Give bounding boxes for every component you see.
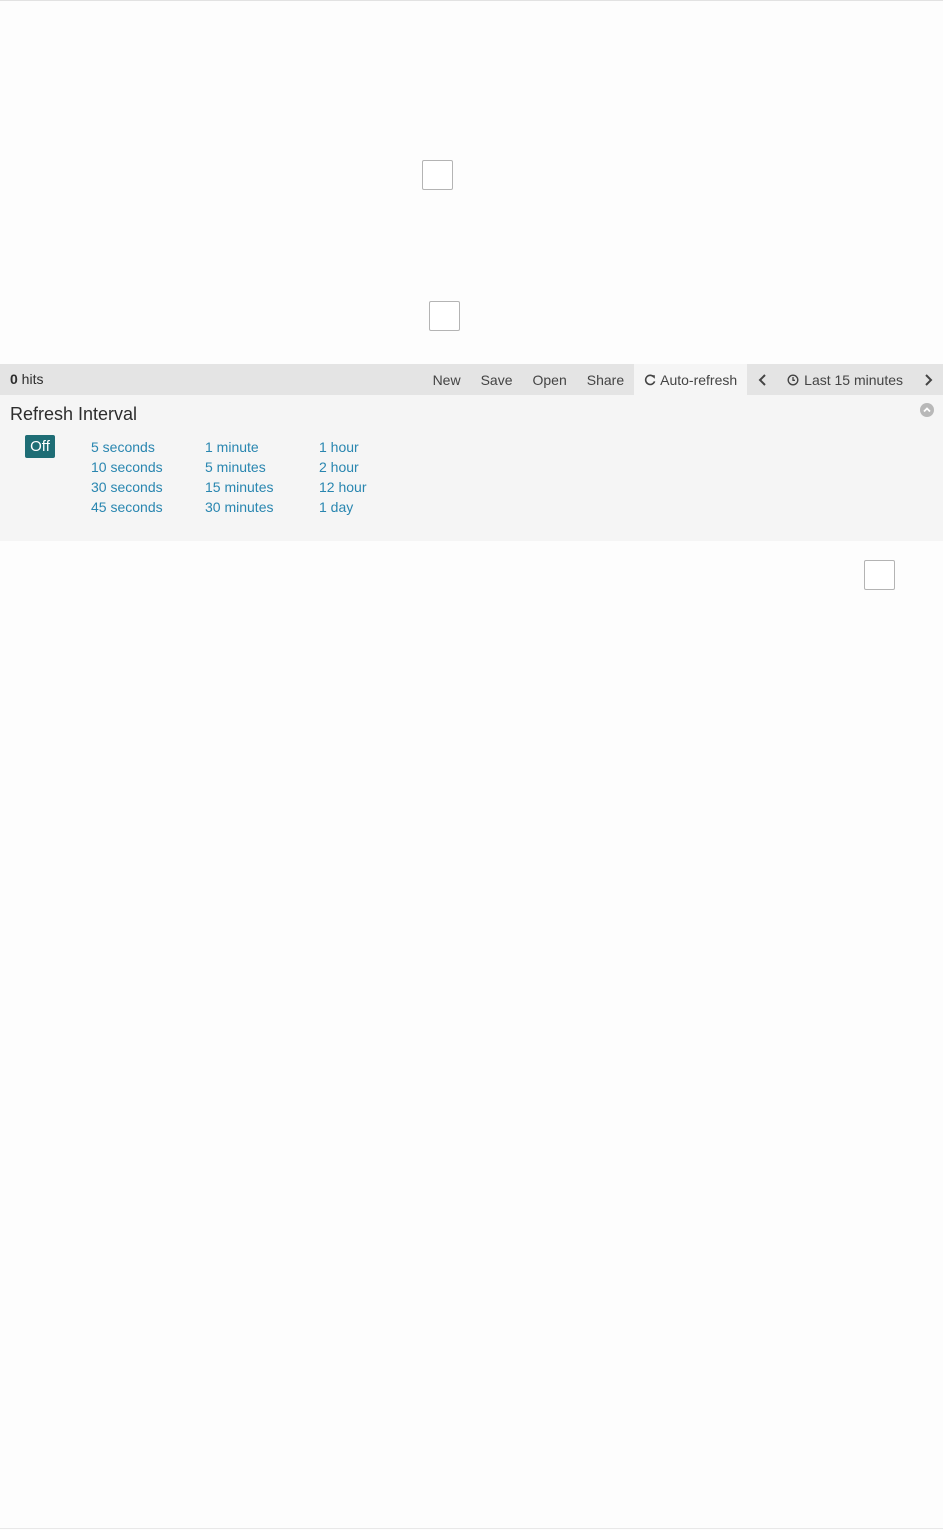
open-button[interactable]: Open <box>523 364 577 395</box>
hits-label: hits <box>17 371 44 387</box>
top-divider <box>0 0 943 1</box>
interval-option[interactable]: 12 hour <box>319 477 366 497</box>
refresh-icon <box>645 374 656 385</box>
share-label: Share <box>586 371 625 388</box>
save-label: Save <box>480 371 513 388</box>
interval-option[interactable]: 1 hour <box>319 437 366 457</box>
nav-links: New Save Open Share Auto-refresh Last 15… <box>423 364 943 395</box>
hits-counter: 0 hits <box>10 364 43 395</box>
new-label: New <box>432 371 461 388</box>
chevron-up-circle-icon[interactable] <box>920 403 934 417</box>
bottom-divider <box>0 1528 943 1529</box>
loading-placeholder-box <box>429 301 460 331</box>
open-label: Open <box>532 371 567 388</box>
interval-option[interactable]: 30 seconds <box>91 477 163 497</box>
time-range-label: Last 15 minutes <box>804 371 903 388</box>
interval-option[interactable]: 15 minutes <box>205 477 273 497</box>
interval-option[interactable]: 1 day <box>319 497 366 517</box>
share-button[interactable]: Share <box>577 364 634 395</box>
interval-option[interactable]: 1 minute <box>205 437 273 457</box>
refresh-interval-panel: Refresh Interval Off 5 seconds 10 second… <box>0 395 943 541</box>
auto-refresh-button[interactable]: Auto-refresh <box>634 364 748 395</box>
interval-option[interactable]: 30 minutes <box>205 497 273 517</box>
auto-refresh-label: Auto-refresh <box>660 371 738 388</box>
new-button[interactable]: New <box>423 364 471 395</box>
time-next-button[interactable] <box>913 364 943 395</box>
loading-placeholder-box <box>422 160 453 190</box>
chevron-left-icon <box>758 373 766 386</box>
time-prev-button[interactable] <box>747 364 777 395</box>
hits-count: 0 <box>10 371 18 387</box>
interval-option[interactable]: 45 seconds <box>91 497 163 517</box>
interval-option[interactable]: 10 seconds <box>91 457 163 477</box>
clock-icon <box>787 373 799 386</box>
interval-option[interactable]: 5 minutes <box>205 457 273 477</box>
time-range-button[interactable]: Last 15 minutes <box>777 364 913 395</box>
interval-column-minutes: 1 minute 5 minutes 15 minutes 30 minutes <box>205 437 273 517</box>
interval-off-button[interactable]: Off <box>25 435 55 458</box>
top-navbar: 0 hits New Save Open Share Auto-refresh <box>0 364 943 395</box>
chevron-right-icon <box>924 373 932 386</box>
panel-title: Refresh Interval <box>10 404 138 424</box>
loading-placeholder-box <box>864 560 895 590</box>
page: 0 hits New Save Open Share Auto-refresh <box>0 0 943 1530</box>
interval-column-seconds: 5 seconds 10 seconds 30 seconds 45 secon… <box>91 437 163 517</box>
interval-option[interactable]: 5 seconds <box>91 437 163 457</box>
save-button[interactable]: Save <box>471 364 523 395</box>
interval-column-hours: 1 hour 2 hour 12 hour 1 day <box>319 437 366 517</box>
interval-option[interactable]: 2 hour <box>319 457 366 477</box>
